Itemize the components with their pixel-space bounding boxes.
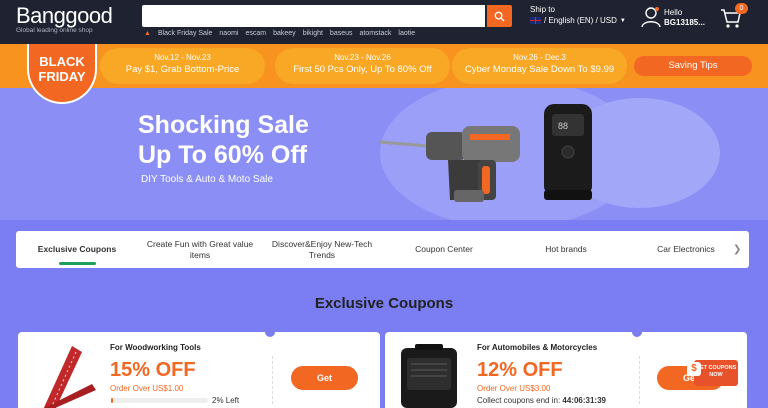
search-input[interactable] — [142, 5, 485, 27]
countdown-timer: 44:06:31:39 — [562, 396, 606, 405]
svg-text:88: 88 — [558, 121, 568, 131]
uk-flag-icon — [530, 17, 541, 24]
user-id[interactable]: BG13185... — [664, 18, 705, 27]
search-button[interactable] — [487, 5, 512, 27]
drill-image — [379, 126, 520, 202]
headline-line: Shocking Sale — [138, 111, 309, 139]
cart-count-badge: 0 — [735, 3, 748, 14]
hot-search-words: ▲ Black Friday Sale naomi escam bakeey b… — [144, 30, 415, 37]
search-icon — [494, 11, 505, 22]
card-separator — [639, 356, 640, 404]
tab-create-fun[interactable]: Create Fun with Great value items — [144, 231, 256, 268]
promo-text: Pay $1, Grab Bottom-Price — [125, 64, 240, 75]
locale-text: / English (EN) / USD — [544, 16, 617, 25]
banner-subtitle: DIY Tools & Auto & Moto Sale — [141, 174, 273, 185]
coupon-discount: 12% OFF — [477, 359, 563, 381]
hot-word-link[interactable]: naomi — [219, 30, 238, 37]
coupon-remaining: 2% Left — [212, 396, 240, 405]
logo[interactable]: Banggood — [16, 3, 113, 29]
coupon-category: For Woodworking Tools — [110, 343, 201, 352]
section-title: Exclusive Coupons — [314, 295, 454, 312]
coupon-discount: 15% OFF — [110, 359, 196, 381]
hot-word-link[interactable]: atomstack — [360, 30, 392, 37]
chevron-down-icon: ▼ — [619, 17, 626, 24]
coupon-min-order: Order Over US$1.00 — [110, 384, 184, 393]
tab-new-tech[interactable]: Discover&Enjoy New-Tech Trends — [264, 231, 380, 268]
dollar-icon: $ — [687, 362, 701, 376]
active-tab-indicator — [59, 262, 96, 265]
coupon-progress-bar — [111, 398, 208, 403]
hot-word-link[interactable]: Black Friday Sale — [158, 30, 212, 37]
coupon-category: For Automobiles & Motorcycles — [477, 343, 598, 352]
hot-word-link[interactable]: bakeey — [273, 30, 296, 37]
locale-selector[interactable]: / English (EN) / USD ▼ — [530, 16, 626, 25]
card-notch — [265, 327, 275, 337]
hello-text: Hello — [664, 8, 683, 17]
promo-text: First 50 Pcs Only, Up To 80% Off — [293, 64, 432, 75]
card-notch — [632, 327, 642, 337]
saving-tips-button[interactable]: Saving Tips — [634, 56, 752, 76]
hot-word-link[interactable]: bikight — [303, 30, 323, 37]
headline-line: Up To 60% Off — [138, 141, 307, 169]
coupon-card: For Woodworking Tools 15% OFF Order Over… — [18, 327, 380, 408]
logo-tagline: Global leading online shop — [16, 27, 93, 34]
compressor-image: 88 — [544, 104, 592, 200]
tab-coupon-center[interactable]: Coupon Center — [394, 231, 494, 268]
coupon-progress-fill — [111, 398, 113, 403]
promo-item[interactable]: Nov.26 - Dec.3 Cyber Monday Sale Down To… — [452, 48, 627, 84]
banner-headline: Shocking Sale Up To 60% Off — [138, 110, 309, 170]
coupon-countdown-row: Collect coupons end in: 44:06:31:39 — [477, 396, 606, 405]
hot-word-link[interactable]: laotie — [398, 30, 415, 37]
tab-car-electronics[interactable]: Car Electronics — [636, 231, 736, 268]
tab-hot-brands[interactable]: Hot brands — [516, 231, 616, 268]
promo-date: Nov.26 - Dec.3 — [513, 53, 566, 62]
countdown-label: Collect coupons end in: — [477, 396, 561, 405]
promo-item[interactable]: Nov.23 - Nov.26 First 50 Pcs Only, Up To… — [275, 48, 450, 84]
badge-line: FRIDAY — [38, 69, 86, 84]
get-coupon-button[interactable]: Get — [291, 366, 358, 390]
coupon-min-order: Order Over US$3.00 — [477, 384, 551, 393]
ship-to-label: Ship to — [530, 5, 555, 14]
promo-date: Nov.12 - Nov.23 — [154, 53, 211, 62]
hot-word-link[interactable]: escam — [245, 30, 266, 37]
category-tabs: Exclusive Coupons Create Fun with Great … — [16, 231, 749, 268]
badge-line: BLACK — [39, 54, 85, 69]
promo-item[interactable]: Nov.12 - Nov.23 Pay $1, Grab Bottom-Pric… — [100, 48, 265, 84]
chevron-right-icon[interactable]: ❯ — [733, 244, 741, 255]
promo-date: Nov.23 - Nov.26 — [334, 53, 391, 62]
flame-icon: ▲ — [144, 30, 151, 37]
woodworking-tool-image — [43, 346, 96, 408]
user-icon[interactable] — [641, 6, 661, 28]
promo-text: Cyber Monday Sale Down To $9.99 — [464, 64, 615, 75]
car-product-image — [401, 344, 457, 408]
hot-word-link[interactable]: baseus — [330, 30, 353, 37]
hero-banner[interactable]: 88 — [0, 88, 768, 220]
card-separator — [272, 356, 273, 404]
